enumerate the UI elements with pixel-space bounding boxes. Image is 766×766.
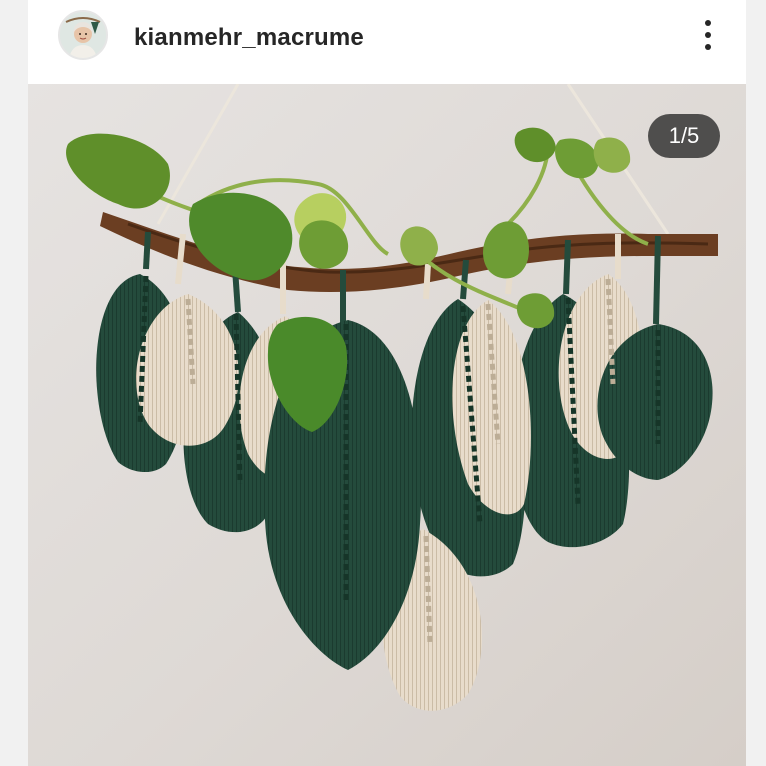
macrame-photo bbox=[28, 84, 746, 766]
more-dot bbox=[705, 32, 711, 38]
more-options-icon[interactable] bbox=[696, 16, 720, 54]
post-username[interactable]: kianmehr_macrume bbox=[134, 24, 364, 52]
post-header: kianmehr_macrume bbox=[28, 0, 746, 84]
more-dot bbox=[705, 44, 711, 50]
post-card: kianmehr_macrume 1/5 bbox=[28, 0, 746, 766]
post-media[interactable]: 1/5 bbox=[28, 84, 746, 766]
avatar-image bbox=[60, 12, 106, 58]
profile-avatar[interactable] bbox=[58, 10, 108, 60]
media-counter-badge: 1/5 bbox=[648, 114, 720, 158]
more-dot bbox=[705, 20, 711, 26]
